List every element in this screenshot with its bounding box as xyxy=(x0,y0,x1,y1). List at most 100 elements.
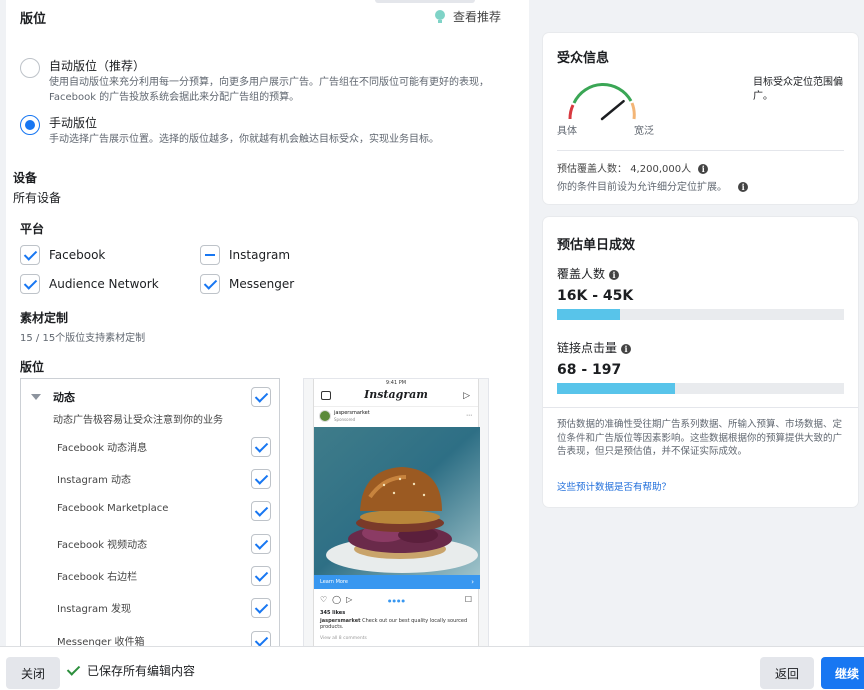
audience-desc: 目标受众定位范围偏广。 xyxy=(753,77,843,102)
back-button[interactable]: 返回 xyxy=(760,657,814,689)
placement-item-checkbox[interactable] xyxy=(251,631,271,646)
placement-item-label: Facebook 动态消息 xyxy=(57,443,148,454)
placement-item-label: Facebook Marketplace xyxy=(57,503,169,514)
devices-dropdown[interactable]: 所有设备 xyxy=(13,189,61,206)
platform-facebook[interactable]: Facebook xyxy=(20,245,105,265)
clicks-bar xyxy=(557,383,844,394)
info-icon[interactable]: i xyxy=(609,269,620,280)
continue-button[interactable]: 继续 xyxy=(821,657,864,689)
reach-estimate-value: 4,200,000人 xyxy=(630,164,692,175)
estimate-feedback-link[interactable]: 这些预计数据是否有帮助？ xyxy=(557,479,671,493)
bookmark-icon: ☐ xyxy=(464,595,472,604)
learn-more-label: Learn More xyxy=(320,579,348,585)
manual-placement-option[interactable]: 手动版位 手动选择广告展示位置。选择的版位越多，你就越有机会触达目标受众，实现业… xyxy=(20,114,509,147)
comment-icon: ◯ xyxy=(332,595,342,604)
gauge-right-label: 宽泛 xyxy=(634,126,654,137)
placements-panel: 版位 查看推荐 自动版位（推荐） 使用自动版位来充分利用每一分预算，向更多用户展… xyxy=(6,0,529,646)
estimate-disclaimer: 预估数据的准确性受往期广告系列数据、所输入预算、市场数据、定位条件和广告版位等因… xyxy=(557,419,843,457)
auto-placement-desc: 使用自动版位来充分利用每一分预算，向更多用户展示广告。广告组在不同版位可能有更好… xyxy=(49,77,489,103)
phone-screen: 9:41 PM Instagram ▷ jaspersmarket Sponso… xyxy=(313,379,480,646)
gauge-needle xyxy=(600,99,625,121)
post-caption: jaspersmarket Check out our best quality… xyxy=(320,618,470,630)
audience-card: 受众信息 具体 宽泛 目标受众定位范围偏广。 预估覆盖人数： 4,200,000… xyxy=(543,33,858,204)
audience-title: 受众信息 xyxy=(557,51,610,66)
platform-messenger[interactable]: Messenger xyxy=(200,274,294,294)
footer-bar: 关闭 已保存所有编辑内容 返回 继续 xyxy=(0,646,864,690)
reach-metric: 覆盖人数 i xyxy=(557,265,620,282)
send-icon: ▷ xyxy=(463,391,470,401)
placement-item-checkbox[interactable] xyxy=(251,534,271,554)
burger-photo xyxy=(314,427,480,575)
reach-estimate-label: 预估覆盖人数： xyxy=(557,164,627,175)
view-recommendations[interactable]: 查看推荐 xyxy=(434,8,501,25)
placement-list-title: 版位 xyxy=(20,360,45,374)
close-button[interactable]: 关闭 xyxy=(6,657,60,689)
view-recommendations-label: 查看推荐 xyxy=(452,10,501,24)
avatar xyxy=(319,410,331,422)
post-sponsored-label: Sponsored xyxy=(334,417,356,422)
reach-bar xyxy=(557,309,844,320)
daily-results-title: 预估单日成效 xyxy=(557,238,636,253)
save-status: 已保存所有编辑内容 xyxy=(66,661,196,679)
reach-metric-label: 覆盖人数 xyxy=(557,267,606,281)
info-icon[interactable]: i xyxy=(738,182,749,192)
platform-label: Audience Network xyxy=(49,277,159,291)
check-icon xyxy=(66,661,81,676)
post-likes: 345 likes xyxy=(320,610,346,616)
placement-item-checkbox[interactable] xyxy=(251,501,271,521)
platform-checkbox[interactable] xyxy=(200,274,220,294)
learn-more-cta: Learn More › xyxy=(314,575,480,589)
more-options-icon: ⋯ xyxy=(466,412,472,419)
save-status-label: 已保存所有编辑内容 xyxy=(87,664,196,678)
manual-placement-radio[interactable] xyxy=(20,115,40,135)
manual-placement-desc: 手动选择广告展示位置。选择的版位越多，你就越有机会触达目标受众，实现业务目标。 xyxy=(49,134,439,145)
placement-item-checkbox[interactable] xyxy=(251,566,271,586)
placements-title: 版位 xyxy=(20,12,47,27)
clicks-metric-label: 链接点击量 xyxy=(557,341,618,355)
daily-results-card: 预估单日成效 覆盖人数 i 16K - 45K 链接点击量 i 68 - 197 预… xyxy=(543,217,858,507)
placement-list: 动态 动态广告极容易让受众注意到你的业务 Facebook 动态消息 Insta… xyxy=(20,378,280,646)
auto-placement-radio[interactable] xyxy=(20,58,40,78)
devices-title: 设备 xyxy=(13,171,38,185)
gauge-left-label: 具体 xyxy=(557,126,577,137)
platform-checkbox[interactable] xyxy=(20,274,40,294)
platform-audience-network[interactable]: Audience Network xyxy=(20,274,159,294)
placement-item-label: Facebook 右边栏 xyxy=(57,572,138,583)
lightbulb-icon xyxy=(434,9,445,24)
platforms-title: 平台 xyxy=(20,222,45,236)
phone-status-time: 9:41 PM xyxy=(385,380,407,386)
placement-item-checkbox[interactable] xyxy=(251,469,271,489)
asset-customization-title: 素材定制 xyxy=(20,311,69,325)
info-icon[interactable]: i xyxy=(621,343,632,354)
platform-checkbox[interactable] xyxy=(20,245,40,265)
info-icon[interactable]: i xyxy=(698,164,709,174)
platform-instagram[interactable]: Instagram xyxy=(200,245,290,265)
placement-item-checkbox[interactable] xyxy=(251,598,271,618)
expansion-note-text: 你的条件目前设为允许细分定位扩展。 xyxy=(557,182,727,193)
instagram-logo: Instagram xyxy=(364,388,428,401)
post-actions: ♡ ◯ ▷ xyxy=(320,595,352,604)
heart-icon: ♡ xyxy=(320,595,328,604)
reach-metric-value: 16K - 45K xyxy=(557,288,634,304)
placement-item-checkbox[interactable] xyxy=(251,437,271,457)
collapse-triangle-icon[interactable] xyxy=(31,394,41,400)
placement-group-feeds[interactable]: 动态 xyxy=(31,389,75,405)
post-account-name: jaspersmarket xyxy=(334,410,370,416)
platform-label: Messenger xyxy=(229,277,295,291)
carousel-dots-icon: ●●●● xyxy=(388,598,406,603)
ad-preview: 9:41 PM Instagram ▷ jaspersmarket Sponso… xyxy=(303,378,489,646)
clicks-metric: 链接点击量 i xyxy=(557,339,632,356)
reach-bar-fill xyxy=(557,309,621,320)
top-tab-indicator xyxy=(375,0,475,3)
divider xyxy=(314,406,478,407)
platform-checkbox[interactable] xyxy=(200,245,220,265)
clicks-metric-value: 68 - 197 xyxy=(557,362,622,378)
asset-customization-desc: 15 / 15个版位支持素材定制 xyxy=(20,333,146,344)
placement-group-checkbox[interactable] xyxy=(251,387,271,407)
share-icon: ▷ xyxy=(346,595,353,604)
reach-estimate: 预估覆盖人数： 4,200,000人 i xyxy=(557,160,709,175)
placement-group-desc: 动态广告极容易让受众注意到你的业务 xyxy=(53,415,223,426)
auto-placement-option[interactable]: 自动版位（推荐） 使用自动版位来充分利用每一分预算，向更多用户展示广告。广告组在… xyxy=(20,57,509,105)
placement-item-label: Messenger 收件箱 xyxy=(57,637,145,646)
manual-placement-title: 手动版位 xyxy=(49,116,98,130)
